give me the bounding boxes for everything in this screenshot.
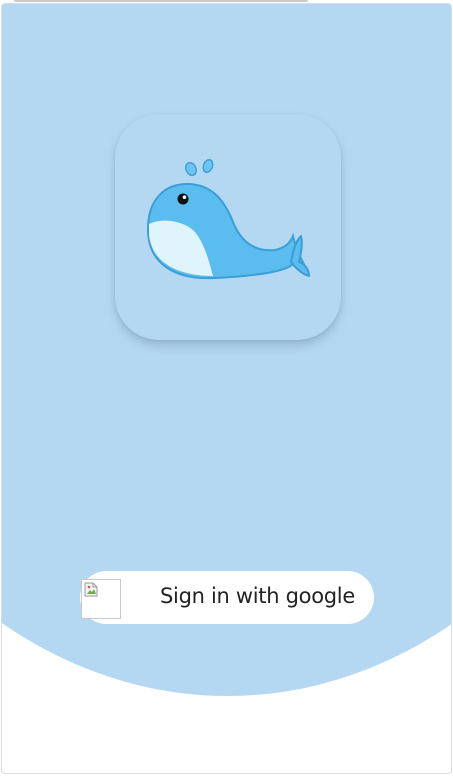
whale-icon <box>146 158 310 280</box>
app-frame: Sign in with google <box>0 0 453 776</box>
google-logo-icon <box>81 579 121 619</box>
top-edge-bar <box>14 0 308 2</box>
spout-drop-right <box>202 158 214 174</box>
google-signin-label: Sign in with google <box>160 584 355 608</box>
whale-eye <box>177 193 189 205</box>
spout-drop-left <box>184 161 198 177</box>
google-signin-button[interactable]: Sign in with google <box>80 571 374 624</box>
broken-image-icon <box>84 582 98 597</box>
login-screen: Sign in with google <box>1 3 452 774</box>
app-logo <box>115 114 341 340</box>
whale-eye-highlight <box>182 195 187 199</box>
